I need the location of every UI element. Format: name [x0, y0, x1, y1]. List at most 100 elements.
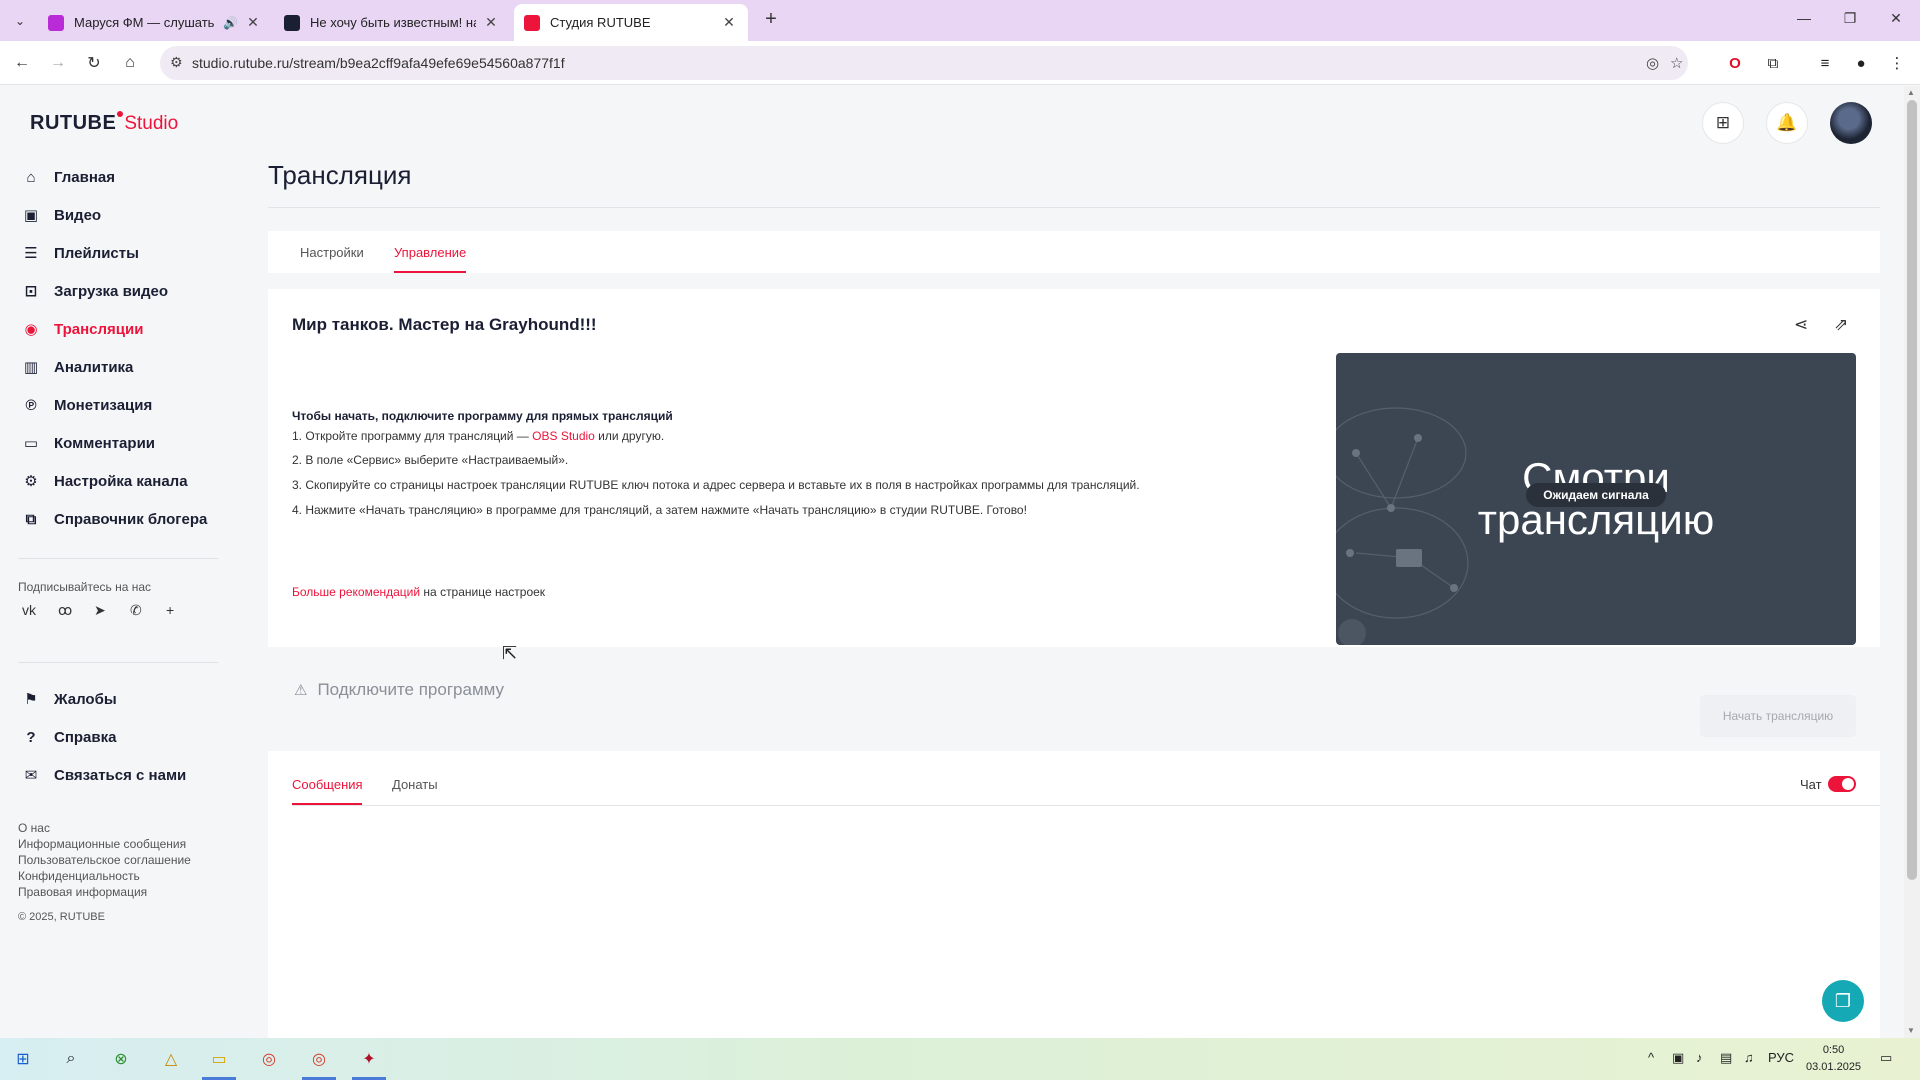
- bell-icon[interactable]: 🔔: [1766, 102, 1808, 144]
- marusya-favicon-icon: [48, 14, 64, 31]
- scroll-down-icon[interactable]: ▼: [1907, 1026, 1915, 1035]
- chat-toggle-label: Чат: [1800, 777, 1822, 792]
- instruction-step-3: 3. Скопируйте со страницы настроек транс…: [292, 478, 1140, 492]
- profile-icon[interactable]: ●: [1850, 52, 1872, 74]
- tray-app-icon[interactable]: ▣: [1672, 1050, 1684, 1066]
- create-plus-icon[interactable]: ⊞: [1702, 102, 1744, 144]
- sidebar-divider: [18, 662, 218, 663]
- site-info-icon[interactable]: ⚙: [170, 54, 183, 71]
- eye-off-icon[interactable]: ◎: [1646, 54, 1659, 72]
- sidebar-item-contact[interactable]: ✉ Связаться с нами: [20, 756, 220, 794]
- opera-icon[interactable]: O: [1724, 52, 1746, 74]
- sidebar-item-home[interactable]: ⌂ Главная: [20, 158, 220, 196]
- explorer-icon[interactable]: ▭: [206, 1047, 232, 1071]
- media-control-icon[interactable]: ≡: [1814, 52, 1836, 74]
- chevron-down-icon[interactable]: ⌄: [6, 8, 34, 34]
- obs-studio-link[interactable]: OBS Studio: [532, 429, 595, 443]
- sidebar-item-channel-settings[interactable]: ⚙ Настройка канала: [20, 462, 220, 500]
- chat-toggle[interactable]: [1828, 776, 1856, 792]
- language-indicator[interactable]: РУС: [1768, 1050, 1794, 1065]
- yandex-icon[interactable]: △: [158, 1047, 184, 1071]
- scroll-up-icon[interactable]: ▲: [1907, 88, 1915, 97]
- tab-messages[interactable]: Сообщения: [292, 777, 363, 792]
- search-icon[interactable]: ⌕: [58, 1047, 84, 1071]
- restore-icon[interactable]: ❐: [1838, 10, 1862, 27]
- close-icon[interactable]: ✕: [482, 14, 500, 31]
- browser-tab-marusya[interactable]: Маруся ФМ — слушать онлайн 🔊 ✕: [38, 4, 272, 41]
- vk-icon[interactable]: vk: [18, 602, 54, 619]
- window-close-icon[interactable]: ✕: [1884, 10, 1908, 27]
- sidebar-item-comments[interactable]: ▭ Комментарии: [20, 424, 220, 462]
- sidebar-item-complaints[interactable]: ⚑ Жалобы: [20, 680, 220, 718]
- forward-arrow-icon[interactable]: →: [46, 51, 70, 75]
- puzzle-icon[interactable]: ⧉: [1762, 52, 1784, 74]
- sidebar: RUTUBE Studio ⌂ Главная ▣ Видео ☰ Плейлисты…: [0, 86, 220, 1038]
- network-icon[interactable]: ▤: [1720, 1050, 1732, 1066]
- browser-tabstrip: ⌄ Маруся ФМ — слушать онлайн 🔊 ✕ Не хочу…: [0, 0, 1920, 41]
- minimize-icon[interactable]: —: [1792, 10, 1816, 26]
- tab-title: Маруся ФМ — слушать онлайн: [74, 15, 217, 30]
- xbox-icon[interactable]: ⊗: [108, 1047, 134, 1071]
- sidebar-item-monetization[interactable]: ℗ Монетизация: [20, 386, 220, 424]
- ok-icon[interactable]: ꝏ: [54, 602, 90, 619]
- support-chat-icon[interactable]: ❐: [1822, 980, 1864, 1022]
- tab-settings[interactable]: Настройки: [300, 245, 364, 260]
- game-icon[interactable]: ✦: [356, 1047, 382, 1071]
- sidebar-item-analytics[interactable]: ▥ Аналитика: [20, 348, 220, 386]
- sidebar-item-label: Настройка канала: [54, 472, 188, 490]
- footer-link-legal[interactable]: Правовая информация: [18, 884, 191, 900]
- sidebar-item-playlists[interactable]: ☰ Плейлисты: [20, 234, 220, 272]
- active-tab-underline: [394, 271, 466, 273]
- footer-link-info[interactable]: Информационные сообщения: [18, 836, 191, 852]
- close-icon[interactable]: ✕: [720, 14, 738, 31]
- kebab-menu-icon[interactable]: ⋮: [1886, 52, 1908, 74]
- instructions-heading: Чтобы начать, подключите программу для п…: [292, 409, 673, 423]
- notifications-icon[interactable]: ▭: [1880, 1050, 1892, 1066]
- windows-start-icon[interactable]: ⊞: [10, 1047, 36, 1071]
- star-icon[interactable]: ☆: [1670, 54, 1683, 72]
- avatar[interactable]: [1830, 102, 1872, 144]
- back-arrow-icon[interactable]: ←: [10, 51, 34, 75]
- reload-icon[interactable]: ↻: [82, 51, 106, 75]
- browser-tab-rutube-video[interactable]: Не хочу быть известным! на RUTUBE ✕: [274, 4, 510, 41]
- share-icon[interactable]: ⋖: [1794, 315, 1808, 335]
- page-scrollbar[interactable]: ▲ ▼: [1904, 86, 1920, 1038]
- sidebar-item-video[interactable]: ▣ Видео: [20, 196, 220, 234]
- address-bar[interactable]: ⚙ studio.rutube.ru/stream/b9ea2cff9afa49…: [160, 46, 1688, 80]
- sidebar-item-blogger-guide[interactable]: ⧉ Справочник блогера: [20, 500, 220, 538]
- sidebar-item-streams[interactable]: ◉ Трансляции: [20, 310, 220, 348]
- viber-icon[interactable]: ✆: [126, 602, 162, 619]
- close-icon[interactable]: ✕: [244, 14, 262, 31]
- toggle-knob: [1842, 778, 1854, 790]
- tab-control[interactable]: Управление: [394, 245, 466, 260]
- microphone-icon[interactable]: ♪: [1696, 1050, 1703, 1065]
- tab-donations[interactable]: Донаты: [392, 777, 438, 792]
- browser-tab-studio[interactable]: Студия RUTUBE ✕: [514, 4, 748, 41]
- sidebar-item-label: Комментарии: [54, 434, 156, 452]
- start-stream-button[interactable]: Начать трансляцию: [1700, 695, 1856, 737]
- system-clock[interactable]: 0:50 03.01.2025: [1806, 1042, 1861, 1076]
- sidebar-item-upload[interactable]: ⊡ Загрузка видео: [20, 272, 220, 310]
- footer-link-privacy[interactable]: Конфиденциальность: [18, 868, 191, 884]
- logo-text-studio: Studio: [124, 113, 179, 134]
- new-tab-plus-icon[interactable]: +: [758, 8, 784, 31]
- speaker-icon[interactable]: 🔊: [223, 16, 238, 30]
- chrome-icon[interactable]: ◎: [256, 1047, 282, 1071]
- more-recommendations-suffix: на странице настроек: [420, 585, 546, 599]
- sidebar-item-help[interactable]: ? Справка: [20, 718, 220, 756]
- rutube-studio-logo[interactable]: RUTUBE Studio: [30, 111, 179, 136]
- connect-program-label: Подключите программу: [317, 680, 505, 699]
- more-plus-icon[interactable]: +: [162, 602, 198, 619]
- footer-link-agreement[interactable]: Пользовательское соглашение: [18, 852, 191, 868]
- chrome-active-icon[interactable]: ◎: [306, 1047, 332, 1071]
- external-link-icon[interactable]: ⇗: [1834, 315, 1848, 335]
- scrollbar-thumb[interactable]: [1907, 100, 1917, 880]
- browser-toolbar: ← → ↻ ⌂ ⚙ studio.rutube.ru/stream/b9ea2c…: [0, 41, 1920, 85]
- sidebar-item-label: Монетизация: [54, 396, 153, 414]
- telegram-icon[interactable]: ➤: [90, 602, 126, 619]
- more-recommendations-link[interactable]: Больше рекомендаций: [292, 585, 420, 599]
- tray-chevron-up-icon[interactable]: ^: [1648, 1050, 1654, 1065]
- volume-icon[interactable]: ♫: [1744, 1050, 1754, 1065]
- footer-link-about[interactable]: О нас: [18, 820, 191, 836]
- home-icon[interactable]: ⌂: [118, 51, 142, 75]
